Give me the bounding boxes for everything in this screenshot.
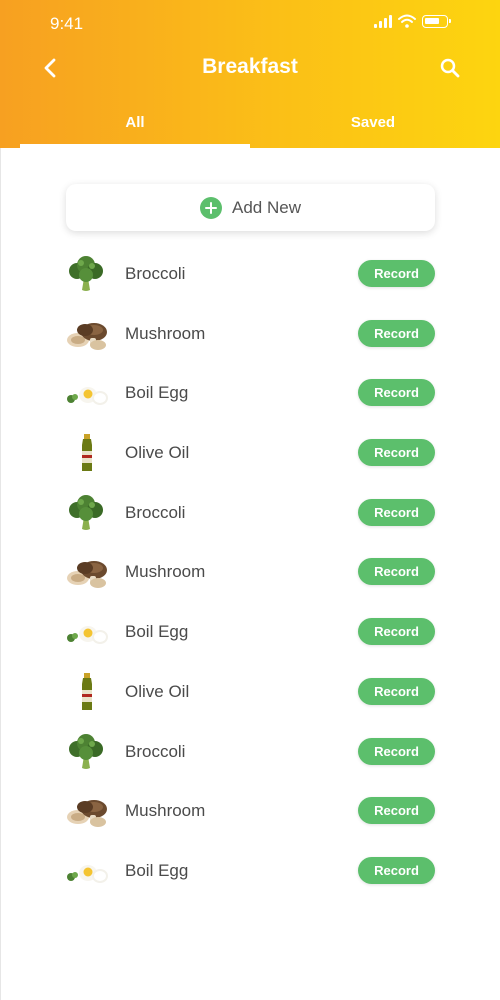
list-item: Olive Oil Record xyxy=(0,662,500,722)
tab-saved[interactable]: Saved xyxy=(258,114,488,148)
mushroom-icon xyxy=(64,791,110,831)
food-name: Olive Oil xyxy=(125,443,190,463)
broccoli-icon xyxy=(64,732,110,772)
list-item: Boil Egg Record xyxy=(0,602,500,662)
olive-oil-icon xyxy=(64,433,110,473)
broccoli-icon xyxy=(64,493,110,533)
record-button[interactable]: Record xyxy=(358,498,435,526)
egg-icon xyxy=(64,373,110,413)
record-button[interactable]: Record xyxy=(358,677,435,705)
list-item: Broccoli Record xyxy=(0,244,500,304)
food-name: Boil Egg xyxy=(125,622,189,642)
list-item: Broccoli Record xyxy=(0,483,500,543)
food-name: Broccoli xyxy=(125,741,186,761)
olive-oil-icon xyxy=(64,672,110,712)
list-item: Boil Egg Record xyxy=(0,363,500,423)
list-item: Mushroom Record xyxy=(0,304,500,364)
record-button[interactable]: Record xyxy=(358,558,435,586)
list-item: Mushroom Record xyxy=(0,542,500,602)
record-button[interactable]: Record xyxy=(358,439,435,467)
list-item: Boil Egg Record xyxy=(0,841,500,901)
record-button[interactable]: Record xyxy=(358,856,435,884)
egg-icon xyxy=(64,851,110,891)
broccoli-icon xyxy=(64,254,110,294)
food-name: Boil Egg xyxy=(125,860,189,880)
signal-icon xyxy=(374,14,392,28)
record-button[interactable]: Record xyxy=(358,737,435,765)
status-icons xyxy=(374,14,451,28)
food-name: Olive Oil xyxy=(125,681,190,701)
food-name: Broccoli xyxy=(125,502,186,522)
record-button[interactable]: Record xyxy=(358,379,435,407)
food-name: Mushroom xyxy=(125,562,206,582)
food-name: Mushroom xyxy=(125,323,206,343)
record-button[interactable]: Record xyxy=(358,319,435,347)
mushroom-icon xyxy=(64,314,110,354)
status-time: 9:41 xyxy=(50,14,84,33)
plus-circle-icon xyxy=(200,196,222,219)
food-list: Broccoli Record Mushroom Record Boil Egg Re… xyxy=(0,244,500,901)
search-button[interactable] xyxy=(436,54,464,82)
add-new-button[interactable]: Add New xyxy=(66,184,435,231)
list-item: Mushroom Record xyxy=(0,781,500,841)
status-bar: 9:41 xyxy=(0,0,500,48)
battery-icon xyxy=(422,14,451,28)
record-button[interactable]: Record xyxy=(358,618,435,646)
search-icon xyxy=(440,58,460,78)
app-header: 9:41 Breakfast All Saved xyxy=(0,0,500,148)
food-name: Broccoli xyxy=(125,264,186,283)
egg-icon xyxy=(64,612,110,652)
list-item: Olive Oil Record xyxy=(0,423,500,483)
mushroom-icon xyxy=(64,552,110,592)
food-name: Boil Egg xyxy=(125,383,189,403)
list-item: Broccoli Record xyxy=(0,722,500,782)
record-button[interactable]: Record xyxy=(358,797,435,825)
record-button[interactable]: Record xyxy=(358,260,435,287)
page-title: Breakfast xyxy=(202,55,298,78)
food-name: Mushroom xyxy=(125,801,206,821)
tab-all[interactable]: All xyxy=(20,114,250,148)
wifi-icon xyxy=(398,14,416,28)
add-new-label: Add New xyxy=(232,197,301,217)
